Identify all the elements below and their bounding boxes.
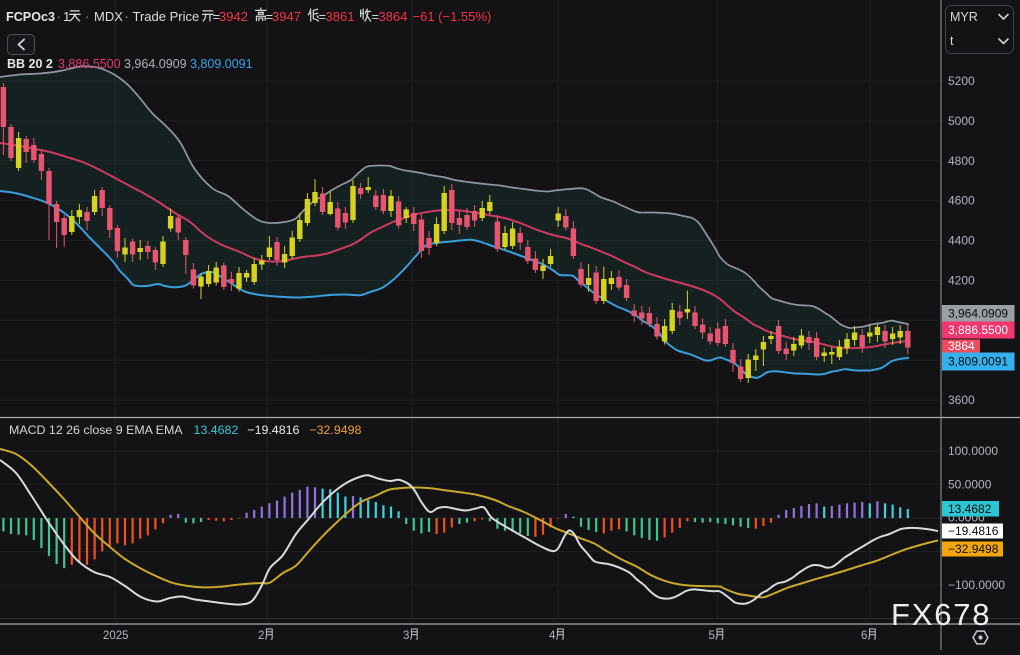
svg-text:2: 2	[258, 630, 264, 642]
svg-text:50.0000: 50.0000	[948, 478, 992, 492]
svg-text:−61 (−1.55%): −61 (−1.55%)	[413, 9, 492, 24]
svg-text:3600: 3600	[948, 393, 975, 407]
svg-text:FCPOc3: FCPOc3	[6, 10, 55, 24]
svg-text:3,809.0091: 3,809.0091	[190, 57, 253, 71]
svg-text:5000: 5000	[948, 114, 975, 128]
svg-text:13.4682: 13.4682	[948, 502, 992, 516]
svg-text:−19.4816: −19.4816	[948, 524, 999, 538]
svg-text:3942: 3942	[219, 9, 248, 24]
svg-text:−100.0000: −100.0000	[948, 578, 1005, 592]
svg-text:−32.9498: −32.9498	[948, 542, 999, 556]
svg-text:6: 6	[861, 630, 867, 642]
svg-text:3: 3	[403, 630, 409, 642]
svg-text:3861: 3861	[326, 9, 355, 24]
svg-text:3,964.0909: 3,964.0909	[124, 57, 187, 71]
svg-text:1: 1	[63, 9, 70, 24]
svg-text:4: 4	[549, 630, 556, 642]
svg-text:3,964.0909: 3,964.0909	[948, 306, 1008, 320]
svg-text:Trade Price: Trade Price	[133, 9, 200, 24]
svg-text:t: t	[950, 34, 954, 48]
svg-text:·: ·	[57, 9, 61, 24]
svg-text:4200: 4200	[948, 273, 975, 287]
svg-text:3864: 3864	[379, 9, 408, 24]
svg-text:3,809.0091: 3,809.0091	[948, 355, 1008, 369]
svg-text:·: ·	[85, 9, 89, 24]
svg-text:3,886.5500: 3,886.5500	[948, 323, 1008, 337]
svg-text:4800: 4800	[948, 154, 975, 168]
svg-text:4400: 4400	[948, 234, 975, 248]
svg-text:FX678: FX678	[891, 597, 991, 632]
svg-text:5200: 5200	[948, 74, 975, 88]
svg-text:100.0000: 100.0000	[948, 444, 998, 458]
svg-text:2025: 2025	[103, 630, 129, 642]
svg-text:3947: 3947	[272, 9, 301, 24]
svg-text:·: ·	[125, 9, 129, 24]
svg-text:3,886.5500: 3,886.5500	[58, 57, 121, 71]
svg-text:4600: 4600	[948, 194, 975, 208]
svg-text:MYR: MYR	[950, 10, 978, 24]
svg-text:5: 5	[709, 630, 715, 642]
svg-text:MDX: MDX	[94, 9, 123, 24]
svg-text:3864: 3864	[948, 339, 975, 353]
svg-text:BB 20 2: BB 20 2	[7, 57, 53, 71]
